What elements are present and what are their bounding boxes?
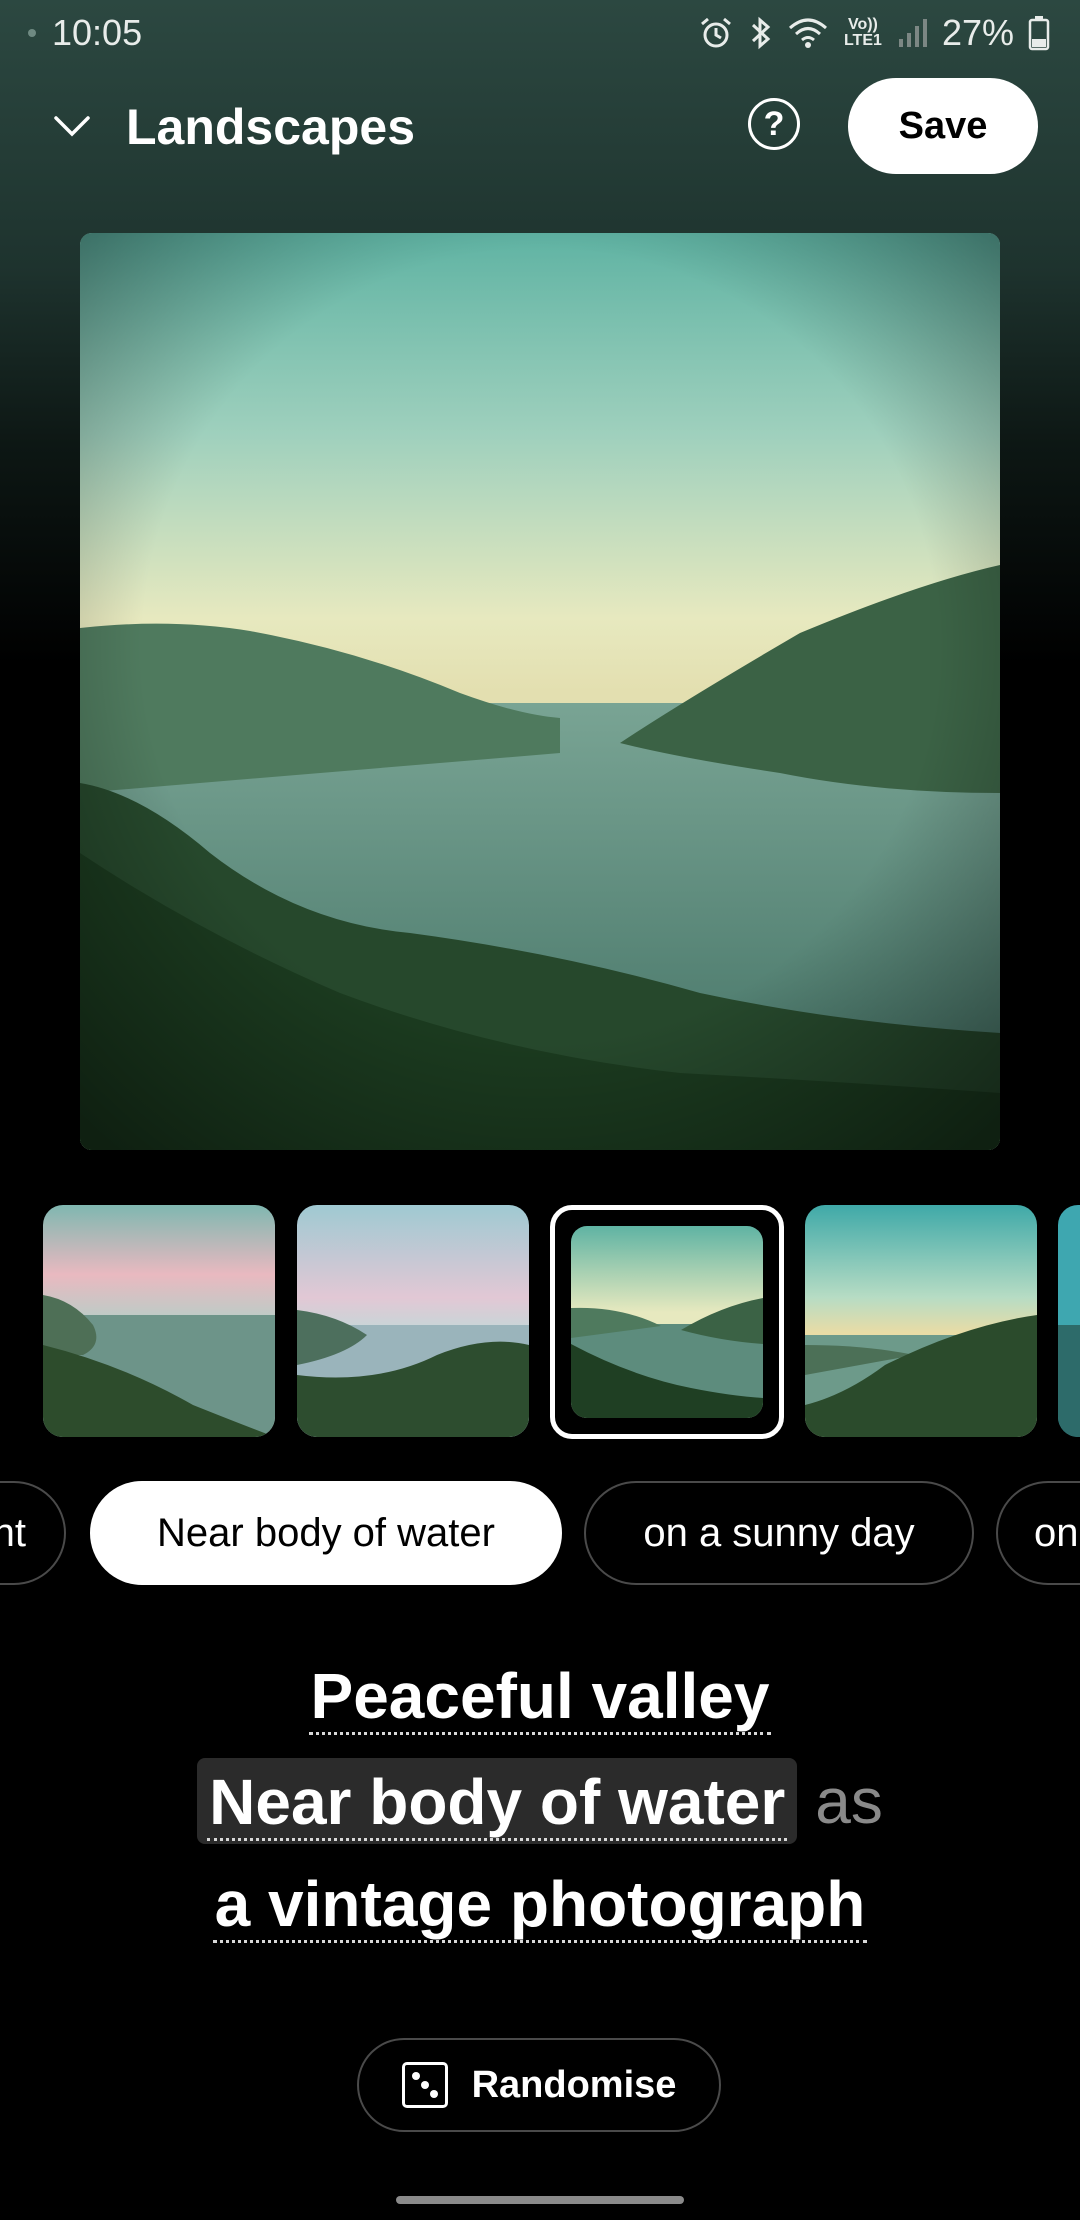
prompt-subject[interactable]: Peaceful valley [308,1660,772,1735]
chip-next[interactable]: on [996,1481,1080,1585]
battery-icon [1028,16,1050,51]
status-right: Vo)) LTE1 27% [698,12,1050,54]
dice-icon [401,2062,448,2108]
generated-image [80,233,1000,1150]
app-bar: Landscapes ? Save [0,76,1080,176]
randomise-button[interactable]: Randomise [357,2038,721,2132]
thumbnail-2[interactable] [297,1205,529,1437]
page-title: Landscapes [126,99,416,155]
chip-on-a-sunny-day[interactable]: on a sunny day [584,1481,974,1585]
help-icon[interactable]: ? [748,98,800,150]
prompt-line-1: Peaceful valley [0,1645,1080,1749]
chevron-down-icon[interactable] [50,106,94,146]
signal-icon [898,19,927,47]
status-left: 10:05 [28,12,142,54]
chip-near-body-of-water[interactable]: Near body of water [90,1481,562,1585]
status-time: 10:05 [52,12,143,53]
prompt-connector: as [815,1765,883,1837]
thumbnail-1[interactable] [43,1205,275,1437]
prompt-line-3: a vintage photograph [0,1853,1080,1957]
prompt-modifier-highlight[interactable]: Near body of water [197,1758,798,1844]
thumbnail-5[interactable] [1058,1205,1080,1437]
randomise-label: Randomise [471,2063,677,2106]
prompt-line-2: Near body of water as [0,1749,1080,1853]
prompt-style[interactable]: a vintage photograph [212,1868,868,1943]
suggestion-chips: nt Near body of water on a sunny day on [0,1481,1080,1587]
thumbnail-selected[interactable] [550,1205,784,1439]
network-type: Vo)) LTE1 [843,16,882,49]
status-bar: 10:05 Vo)) LTE1 27% [0,0,1080,66]
thumbnail-strip [0,1205,1080,1439]
chip-previous[interactable]: nt [0,1481,66,1585]
home-indicator[interactable] [396,2196,684,2204]
save-button[interactable]: Save [848,78,1038,174]
notification-dot-icon [28,29,36,37]
battery-percent: 27% [941,12,1014,53]
wifi-icon [788,18,827,48]
screen: 10:05 Vo)) LTE1 27% Landscapes ? Save t … [0,0,1080,2220]
bluetooth-icon [751,16,771,50]
alarm-icon [700,17,731,48]
thumbnail-4[interactable] [805,1205,1037,1437]
prompt-text: Peaceful valley Near body of water as a … [0,1645,1080,1957]
prompt-modifier[interactable]: Near body of water [207,1766,788,1841]
